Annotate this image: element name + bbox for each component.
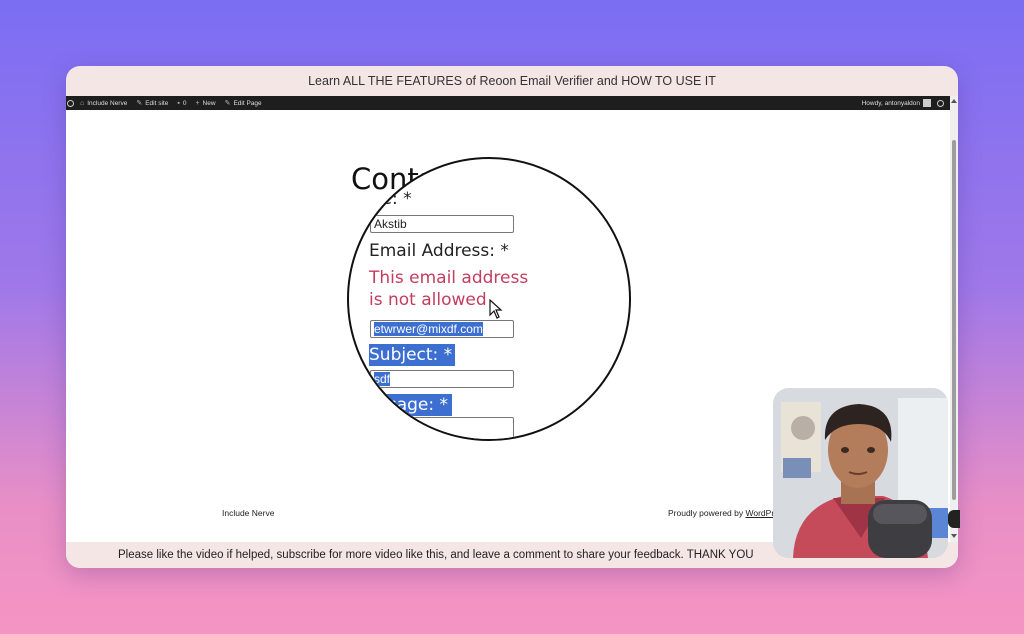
dashboard-icon: ⌂ bbox=[80, 99, 85, 107]
footer-credit: Proudly powered by WordPr bbox=[668, 508, 774, 518]
wp-admin-bar: ⌂ Include Nerve ✎ Edit site ▪ 0 + New ✎ … bbox=[66, 96, 950, 110]
adminbar-comments-count: 0 bbox=[182, 99, 187, 107]
adminbar-edit-page[interactable]: ✎ Edit Page bbox=[224, 99, 262, 108]
subject-label-text: Subject: * bbox=[369, 344, 456, 366]
avatar[interactable] bbox=[923, 99, 931, 107]
scroll-up-arrow-icon[interactable] bbox=[951, 99, 957, 103]
email-error-line2: is not allowed bbox=[369, 290, 487, 310]
presenter-video-image bbox=[773, 388, 948, 558]
zoom-magnifier: me: * Akstib Email Address: * This email… bbox=[347, 157, 631, 441]
message-label: ssage: * bbox=[369, 394, 453, 416]
email-field-value: etwrwer@mixdf.com bbox=[374, 322, 483, 336]
email-field[interactable]: etwrwer@mixdf.com bbox=[370, 320, 514, 338]
pencil-icon: ✎ bbox=[136, 100, 143, 107]
webcam-overlay bbox=[773, 388, 948, 558]
wordpress-logo-icon[interactable] bbox=[67, 99, 74, 107]
mouse-cursor-icon bbox=[489, 299, 503, 319]
scrollbar[interactable] bbox=[950, 96, 958, 542]
email-error-line1: This email address bbox=[369, 268, 529, 288]
name-field[interactable]: Akstib bbox=[370, 215, 514, 233]
comment-icon: ▪ bbox=[177, 99, 180, 107]
scroll-down-arrow-icon[interactable] bbox=[951, 534, 957, 538]
subject-field-value: sdf bbox=[374, 372, 391, 386]
footer-site-name[interactable]: Include Nerve bbox=[222, 508, 274, 518]
adminbar-site-name-label: Include Nerve bbox=[87, 99, 128, 107]
subject-field[interactable]: sdf bbox=[370, 370, 514, 388]
search-icon[interactable] bbox=[937, 99, 944, 107]
pencil-icon: ✎ bbox=[224, 100, 231, 107]
scroll-thumb[interactable] bbox=[952, 140, 956, 500]
adminbar-new[interactable]: + New bbox=[195, 100, 215, 107]
email-label: Email Address: * bbox=[369, 241, 509, 261]
adminbar-greeting[interactable]: Howdy, antonyaldon bbox=[862, 100, 920, 107]
adminbar-edit-site-label: Edit site bbox=[145, 99, 169, 107]
subject-label: Subject: * bbox=[369, 344, 456, 366]
video-title: Learn ALL THE FEATURES of Reoon Email Ve… bbox=[308, 74, 716, 88]
side-toggle-button[interactable] bbox=[948, 510, 960, 528]
adminbar-site-name[interactable]: ⌂ Include Nerve bbox=[80, 100, 127, 107]
plus-icon: + bbox=[195, 99, 200, 107]
message-field[interactable] bbox=[370, 417, 514, 439]
adminbar-new-label: New bbox=[202, 99, 216, 107]
name-label: me: * bbox=[365, 189, 412, 209]
footer-credit-text: Proudly powered by bbox=[668, 508, 746, 518]
wordpress-link[interactable]: WordPr bbox=[746, 508, 775, 518]
message-label-text: ssage: * bbox=[369, 394, 453, 416]
adminbar-edit-page-label: Edit Page bbox=[233, 99, 262, 107]
adminbar-edit-site[interactable]: ✎ Edit site bbox=[136, 99, 169, 108]
adminbar-comments[interactable]: ▪ 0 bbox=[177, 100, 186, 107]
